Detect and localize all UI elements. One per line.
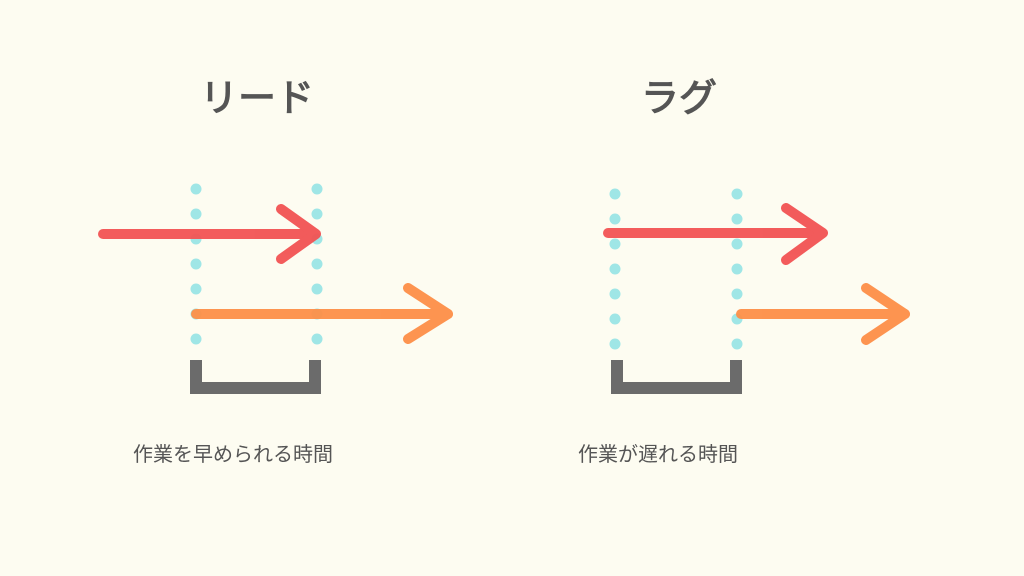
lag-title: ラグ — [641, 76, 718, 120]
lead-title: リード — [200, 76, 315, 120]
lead-caption: 作業を早められる時間 — [133, 442, 333, 466]
lag-caption: 作業が遅れる時間 — [578, 442, 738, 466]
diagram-canvas — [0, 0, 1024, 576]
